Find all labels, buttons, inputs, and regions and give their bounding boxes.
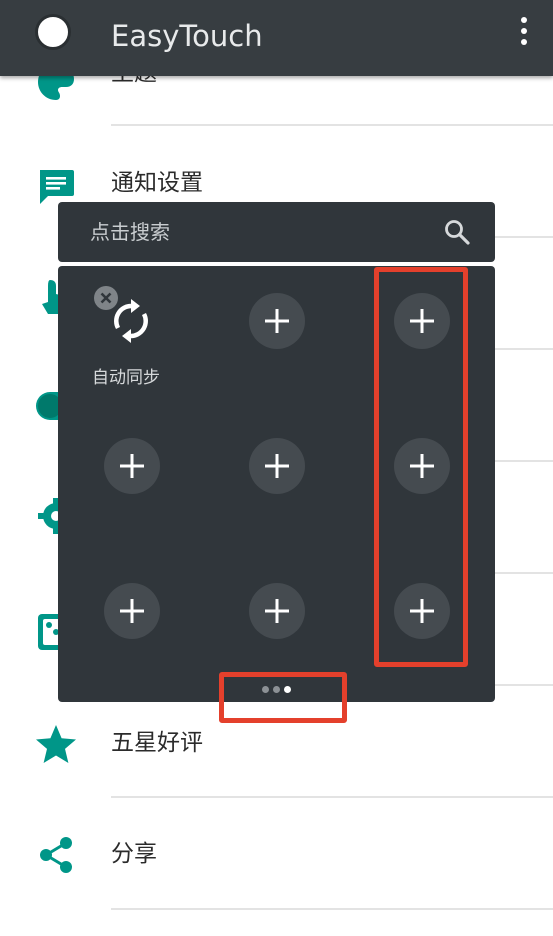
search-icon[interactable] — [443, 218, 471, 246]
add-icon — [120, 599, 144, 623]
remove-icon[interactable] — [94, 286, 118, 310]
highlight-box — [374, 267, 468, 667]
add-slot-button[interactable] — [249, 438, 305, 494]
add-slot-button[interactable] — [104, 438, 160, 494]
add-slot-button[interactable] — [104, 583, 160, 639]
app-bar: EasyTouch — [0, 0, 553, 76]
divider — [111, 908, 553, 910]
add-slot-button[interactable] — [249, 583, 305, 639]
highlight-box — [219, 672, 347, 723]
share-icon — [40, 837, 72, 873]
search-input[interactable]: 点击搜索 — [90, 218, 170, 246]
list-item-share[interactable]: 分享 — [0, 798, 553, 910]
list-item-label: 五星好评 — [111, 730, 203, 756]
list-item-label: 通知设置 — [111, 170, 203, 196]
shortcut-label: 自动同步 — [92, 368, 160, 388]
add-icon — [120, 454, 144, 478]
app-title: EasyTouch — [111, 19, 263, 53]
search-bar[interactable]: 点击搜索 — [58, 202, 495, 262]
app-logo-icon — [35, 14, 71, 50]
add-icon — [265, 599, 289, 623]
add-slot-button[interactable] — [249, 293, 305, 349]
list-item-label: 分享 — [111, 841, 157, 867]
more-vert-icon[interactable] — [517, 17, 531, 47]
star-icon — [36, 725, 76, 763]
add-icon — [265, 454, 289, 478]
add-icon — [265, 309, 289, 333]
